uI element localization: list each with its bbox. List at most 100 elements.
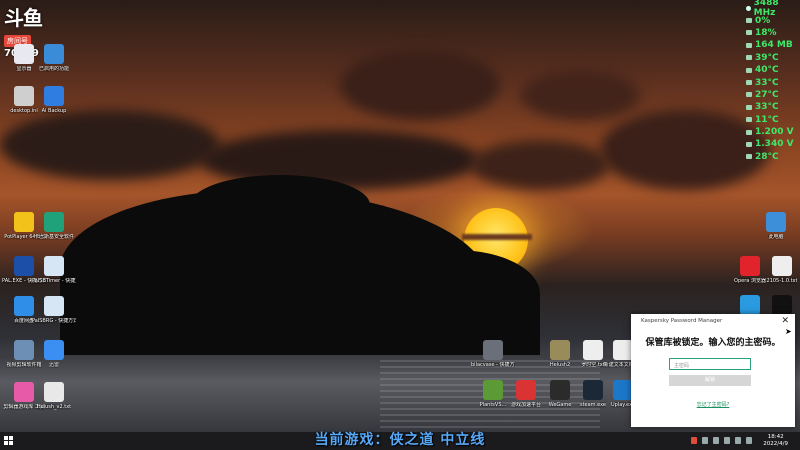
sensor-icon — [746, 154, 752, 160]
text-file-icon — [44, 382, 64, 402]
shortcut-label: WeGame — [548, 402, 572, 408]
close-icon[interactable]: ✕ — [781, 316, 789, 326]
potplayer-icon — [14, 212, 34, 232]
monitor-value: 27°C — [755, 89, 779, 100]
monitor-value: 39°C — [755, 52, 779, 63]
sensor-icon — [746, 67, 752, 73]
gallery-icon — [14, 340, 34, 360]
computer-icon — [766, 212, 786, 232]
game-icon — [483, 340, 503, 360]
monitor-value: 11°C — [755, 114, 779, 125]
tools-icon — [44, 44, 64, 64]
sword-icon — [550, 340, 570, 360]
uplay-icon — [613, 380, 633, 400]
monitor-value: 18% — [755, 27, 777, 38]
text-file-icon — [583, 340, 603, 360]
monitor-reading: 33°C — [746, 101, 800, 113]
forgot-password-link[interactable]: 忘记了主密码? — [631, 401, 795, 408]
sensor-icon — [746, 55, 752, 61]
monitor-reading: 164 MB — [746, 39, 800, 51]
desktop-shortcut[interactable]: 此电脑 — [756, 212, 796, 240]
monitor-reading: 1.340 V — [746, 138, 800, 150]
system-monitor: 3488 MHz 0% 18% 164 MB 39°C 40°C 33°C 27°C 33°C 1… — [746, 0, 800, 163]
shortcut-label: 迅雷 — [48, 362, 59, 368]
sensor-icon — [746, 117, 752, 123]
shortcut-label: 2105-1.0.txt — [766, 278, 798, 284]
sensor-icon — [746, 18, 752, 24]
kaspersky-password-dialog: Kaspersky Password Manager ✕ ➤ 保管库被锁定。输入… — [631, 314, 795, 427]
shortcut-label: Helush_v2.txt — [36, 404, 72, 410]
sensor-icon — [746, 92, 752, 98]
cloud — [340, 50, 500, 120]
window-icon — [44, 256, 64, 276]
monitor-value: 40°C — [755, 65, 779, 76]
monitor-value: 1.200 V — [755, 127, 794, 138]
shortcut-label: 显示器 — [16, 66, 32, 72]
sensor-icon — [746, 42, 752, 48]
monitor-reading: 39°C — [746, 52, 800, 64]
monitor-value: 1.340 V — [755, 139, 794, 150]
desktop-shortcut[interactable]: PalSBTimer - 快捷方式 — [32, 256, 76, 284]
unlock-button[interactable]: 解锁 — [669, 375, 751, 386]
opera-icon — [740, 256, 760, 276]
network-icon — [14, 44, 34, 64]
shortcut-label: Ai Backup — [41, 108, 67, 114]
text-file-icon — [772, 256, 792, 276]
shortcut-label: PalSBRG - 快捷方式 — [32, 318, 76, 324]
shortcut-label: 游戏加速平台 — [510, 402, 541, 408]
master-password-input[interactable]: 主密码 — [669, 358, 751, 370]
tree-canopy — [190, 175, 370, 235]
cloud — [470, 140, 610, 190]
shortcut-label: PalSBTimer - 快捷方式 — [32, 278, 76, 284]
desktop-shortcut[interactable]: 迅雷 — [34, 340, 74, 368]
desktop-shortcut[interactable]: PalSBRG - 快捷方式 — [32, 296, 76, 324]
douyu-logo: 斗鱼 — [4, 6, 43, 30]
dialog-message: 保管库被锁定。输入您的主密码。 — [645, 338, 781, 348]
sensor-icon — [746, 30, 752, 36]
file-icon — [14, 86, 34, 106]
text-file-icon — [613, 340, 633, 360]
baidu-pan-icon — [14, 296, 34, 316]
monitor-value: 33°C — [755, 77, 779, 88]
shortcut-label: 卡巴斯基安全软件 — [34, 234, 75, 240]
game-tool-icon — [14, 382, 34, 402]
app-icon — [740, 295, 760, 315]
now-playing-caption: 当前游戏：侠之道 中立线 — [314, 432, 486, 448]
monitor-reading: 3488 MHz — [746, 0, 800, 18]
monitor-reading: 11°C — [746, 114, 800, 126]
sensor-icon — [746, 80, 752, 86]
monitor-value: 33°C — [755, 102, 779, 113]
shortcut-label: Helush2 — [549, 362, 571, 368]
monitor-value: 28°C — [755, 151, 779, 162]
monitor-value: 0% — [755, 15, 771, 26]
thunder-icon — [44, 340, 64, 360]
kaspersky-icon — [44, 212, 64, 232]
sensor-icon — [746, 129, 752, 135]
desktop-shortcut[interactable]: Helush_v2.txt — [34, 382, 74, 410]
monitor-reading: 27°C — [746, 89, 800, 101]
pal-icon — [14, 256, 34, 276]
plants-icon — [483, 380, 503, 400]
monitor-reading: 18% — [746, 27, 800, 39]
monitor-reading: 28°C — [746, 151, 800, 163]
dialog-title: Kaspersky Password Manager — [641, 318, 723, 324]
desktop-shortcut[interactable]: bilacvase - 快捷方式 — [471, 340, 515, 368]
sensor-icon — [746, 141, 752, 147]
backup-icon — [44, 86, 64, 106]
desktop-shortcut[interactable]: Ai Backup — [34, 86, 74, 114]
cpu-clock-icon — [746, 5, 751, 11]
shortcut-label: 此电脑 — [768, 234, 784, 240]
desktop-shortcut[interactable]: 卡巴斯基安全软件 — [34, 212, 74, 240]
shortcut-label: 罗时空.txt — [581, 362, 605, 368]
desktop-shortcut[interactable]: 2105-1.0.txt — [762, 256, 800, 284]
shortcut-label: PlantsVS... — [479, 402, 507, 408]
desktop-shortcut[interactable]: 已启用的功能 — [34, 44, 74, 72]
cloud — [600, 110, 770, 190]
window-icon — [44, 296, 64, 316]
wegame-icon — [550, 380, 570, 400]
sun-cloud-band — [462, 234, 532, 240]
qq-icon — [772, 295, 792, 315]
shortcut-label: 百度网盘 — [13, 318, 34, 324]
sensor-icon — [746, 104, 752, 110]
monitor-reading: 1.200 V — [746, 126, 800, 138]
